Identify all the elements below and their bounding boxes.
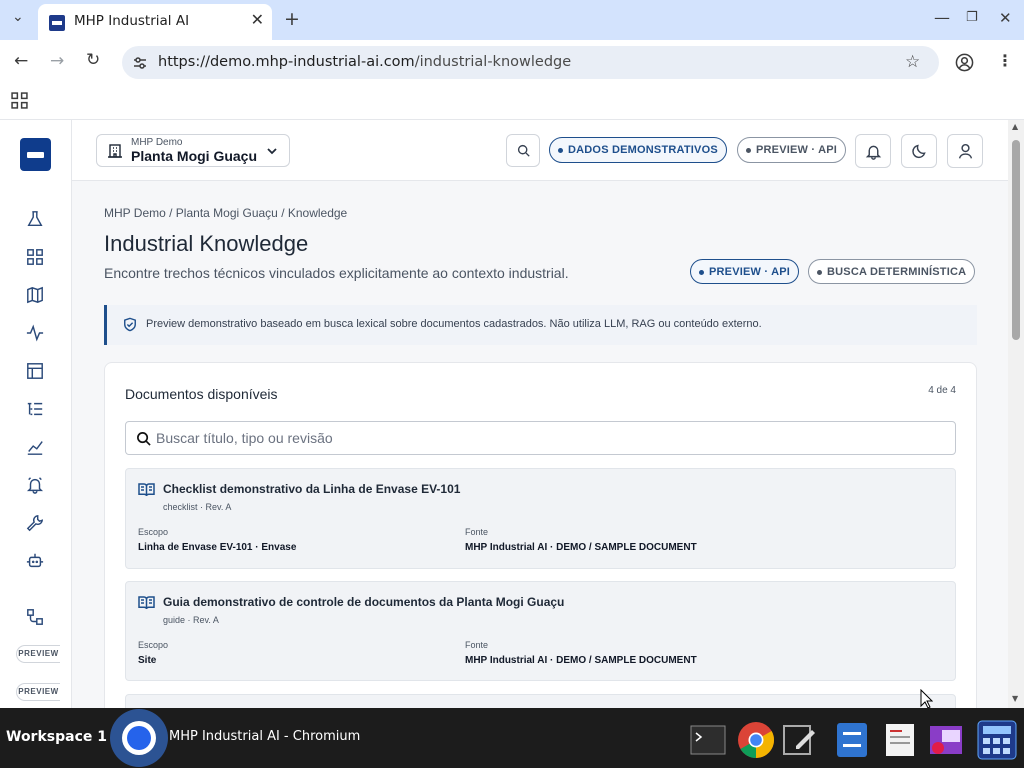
documents-count: 4 de 4 <box>928 385 956 396</box>
org-name: MHP Demo <box>131 137 183 148</box>
demo-data-badge: DADOS DEMONSTRATIVOS <box>549 137 727 163</box>
search-button[interactable] <box>506 134 540 167</box>
site-selector[interactable]: MHP Demo Planta Mogi Guaçu <box>96 134 290 167</box>
notice-text: Preview demonstrativo baseado em busca l… <box>146 318 762 330</box>
user-menu-button[interactable] <box>947 134 983 168</box>
activity-icon[interactable] <box>26 324 46 344</box>
shield-check-icon <box>124 317 136 332</box>
layout-icon[interactable] <box>26 362 46 382</box>
flask-icon[interactable] <box>26 210 46 230</box>
theme-toggle-button[interactable] <box>901 134 937 168</box>
source-label: Fonte <box>465 640 489 650</box>
preview-api-badge: PREVIEW · API <box>737 137 847 163</box>
deterministic-search-badge: BUSCA DETERMINÍSTICA <box>808 259 976 284</box>
wrench-icon[interactable] <box>26 514 46 534</box>
terminal-icon[interactable] <box>690 722 726 758</box>
mhp-logo[interactable] <box>20 138 51 171</box>
building-icon <box>108 144 122 158</box>
apps-grid-icon[interactable] <box>11 92 28 109</box>
documents-search-input[interactable] <box>156 428 936 448</box>
bookmarks-bar <box>0 85 1024 120</box>
preview-pill: PREVIEW <box>16 645 60 663</box>
scope-label: Escopo <box>138 640 169 650</box>
page-scrollbar[interactable]: ▲ ▼ <box>1008 120 1024 708</box>
preview-pill: PREVIEW <box>16 683 60 701</box>
address-bar[interactable]: https://demo.mhp-industrial-ai.com/indus… <box>122 46 939 79</box>
scroll-down-arrow-icon[interactable]: ▼ <box>1012 694 1018 703</box>
browser-tab-strip: ⌄ MHP Industrial AI ✕ + — ❐ ✕ <box>0 0 1024 40</box>
map-icon[interactable] <box>26 286 46 306</box>
workflow-icon[interactable] <box>26 608 46 628</box>
app-viewport: PREVIEW PREVIEW MHP Demo Planta Mogi Gua… <box>0 120 1024 708</box>
chrome-icon[interactable] <box>737 721 775 759</box>
document-item[interactable]: Guia demonstrativo de controle de docume… <box>125 581 956 681</box>
browser-menu-icon[interactable]: ⋮ <box>997 51 1013 70</box>
scope-label: Escopo <box>138 527 169 537</box>
document-title: Guia demonstrativo de controle de docume… <box>163 595 565 609</box>
image-viewer-icon[interactable] <box>928 722 964 758</box>
page-title: Industrial Knowledge <box>104 231 309 256</box>
list-tree-icon[interactable] <box>26 400 46 420</box>
search-icon <box>137 432 151 446</box>
scope-value: Site <box>138 655 157 666</box>
mhp-favicon-icon <box>49 15 65 31</box>
page-subtitle: Encontre trechos técnicos vinculados exp… <box>104 265 569 281</box>
notice-banner: Preview demonstrativo baseado em busca l… <box>104 305 977 345</box>
documents-card: Documentos disponíveis 4 de 4 Checklist … <box>104 362 977 708</box>
browser-tab[interactable]: MHP Industrial AI ✕ <box>38 4 272 40</box>
document-viewer-icon[interactable] <box>882 722 918 758</box>
new-tab-plus-icon[interactable]: + <box>284 8 300 30</box>
alarm-bell-icon[interactable] <box>26 476 46 496</box>
profile-icon[interactable] <box>955 53 974 72</box>
calculator-icon[interactable] <box>977 720 1017 760</box>
documents-search[interactable] <box>125 421 956 455</box>
breadcrumb: MHP Demo / Planta Mogi Guaçu / Knowledge <box>104 206 348 220</box>
scope-value: Linha de Envase EV-101 · Envase <box>138 542 297 553</box>
forward-arrow-icon[interactable]: → <box>50 51 64 71</box>
source-label: Fonte <box>465 527 489 537</box>
document-meta: checklist · Rev. A <box>163 502 232 512</box>
notifications-button[interactable] <box>855 134 891 168</box>
workspace-label[interactable]: Workspace 1 <box>6 729 107 745</box>
source-value: MHP Industrial AI · DEMO / SAMPLE DOCUME… <box>465 542 697 553</box>
restore-icon[interactable]: ❐ <box>966 10 978 25</box>
text-editor-icon[interactable] <box>782 722 818 758</box>
document-title: Checklist demonstrativo da Linha de Enva… <box>163 482 461 496</box>
robot-icon[interactable] <box>26 552 46 572</box>
back-arrow-icon[interactable]: ← <box>14 51 28 71</box>
preview-api-badge: PREVIEW · API <box>690 259 800 284</box>
minimize-icon[interactable]: — <box>934 8 950 27</box>
url-path: /industrial-knowledge <box>414 54 572 70</box>
chevron-down-icon <box>267 148 277 155</box>
file-manager-icon[interactable] <box>834 722 870 758</box>
chart-line-icon[interactable] <box>26 438 46 458</box>
chromium-icon[interactable] <box>109 708 169 768</box>
documents-title: Documentos disponíveis <box>125 386 278 402</box>
sidebar-rail: PREVIEW PREVIEW <box>0 120 72 708</box>
browser-toolbar: ← → ↻ https://demo.mhp-industrial-ai.com… <box>0 40 1024 85</box>
tab-title: MHP Industrial AI <box>74 13 190 29</box>
document-item[interactable]: Checklist demonstrativo da Linha de Enva… <box>125 468 956 569</box>
dashboard-icon[interactable] <box>26 248 46 268</box>
active-window-title[interactable]: MHP Industrial AI - Chromium <box>169 729 360 744</box>
book-open-icon <box>138 595 155 610</box>
bookmark-star-icon[interactable]: ☆ <box>905 52 920 72</box>
scroll-up-arrow-icon[interactable]: ▲ <box>1012 122 1018 131</box>
site-info-icon[interactable] <box>132 55 148 71</box>
site-name: Planta Mogi Guaçu <box>131 148 258 164</box>
os-taskbar: Workspace 1 MHP Industrial AI - Chromium <box>0 708 1024 768</box>
mouse-cursor-icon <box>920 689 933 709</box>
top-bar: MHP Demo Planta Mogi Guaçu DADOS DEMONST… <box>72 120 1008 181</box>
tab-list-chevron-icon[interactable]: ⌄ <box>12 9 24 25</box>
scrollbar-thumb[interactable] <box>1012 140 1020 340</box>
document-meta: guide · Rev. A <box>163 615 219 625</box>
window-close-icon[interactable]: ✕ <box>999 9 1012 27</box>
book-open-icon <box>138 482 155 497</box>
source-value: MHP Industrial AI · DEMO / SAMPLE DOCUME… <box>465 655 697 666</box>
url-text: https://demo.mhp-industrial-ai.com/indus… <box>158 54 571 70</box>
url-host: https://demo.mhp-industrial-ai.com <box>158 54 415 70</box>
document-item[interactable] <box>125 694 956 708</box>
reload-icon[interactable]: ↻ <box>86 50 100 70</box>
tab-close-icon[interactable]: ✕ <box>251 10 264 29</box>
